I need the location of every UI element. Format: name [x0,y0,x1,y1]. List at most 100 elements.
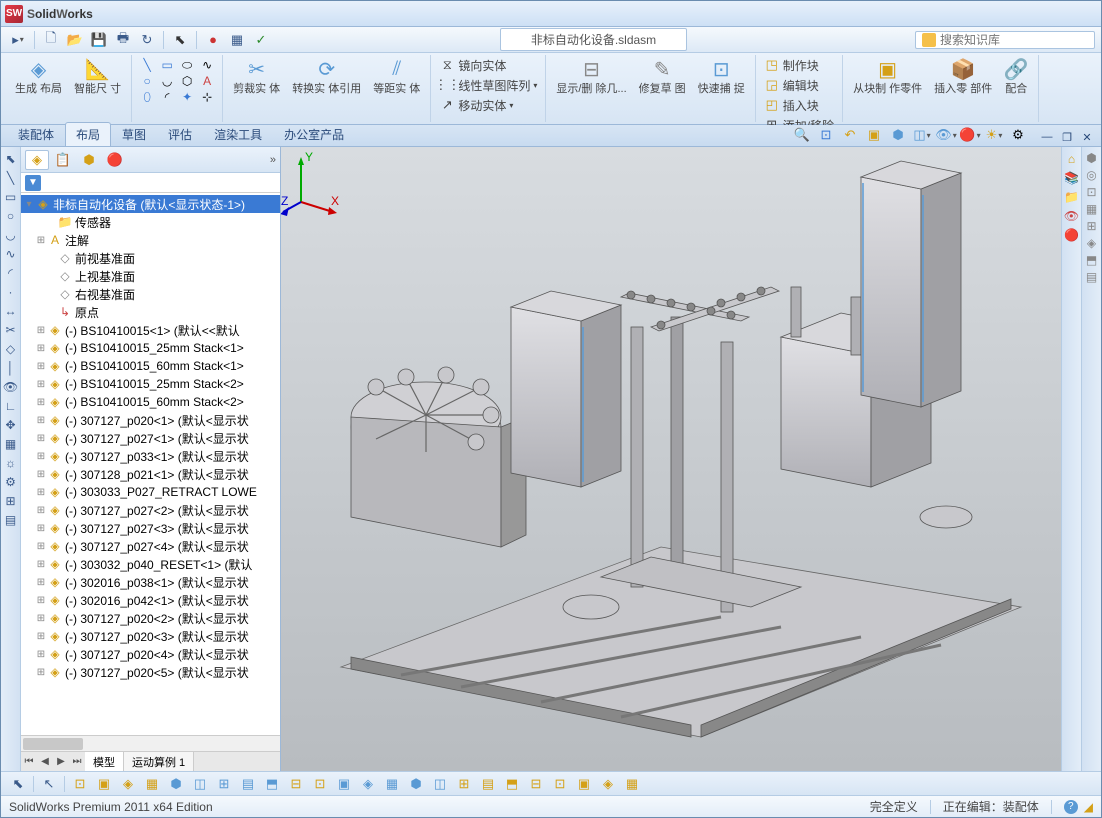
lt-trim[interactable]: ✂ [3,322,19,338]
point-tool[interactable]: ✦ [178,89,196,105]
bt-13[interactable]: ◈ [357,775,379,793]
make-block-button[interactable]: ◳制作块 [760,55,838,75]
lt-circle[interactable]: ○ [3,208,19,224]
tab-office[interactable]: 办公室产品 [273,122,355,146]
bt-17[interactable]: ⊞ [453,775,475,793]
rt-appear[interactable]: 🔴 [1064,227,1080,243]
mate-button[interactable]: 🔗配合 [998,55,1034,97]
tree-part-item[interactable]: ⊞◈(-) 307127_p027<4> (默认<显示状 [21,537,280,555]
close-icon[interactable]: ✕ [1079,130,1095,144]
tree-part-item[interactable]: ⊞◈(-) BS10410015<1> (默认<<默认 [21,321,280,339]
zoom-area-icon[interactable]: ⊡ [815,126,837,144]
tree-part-item[interactable]: ⊞◈(-) BS10410015_25mm Stack<1> [21,339,280,357]
bt-16[interactable]: ◫ [429,775,451,793]
tree-part-item[interactable]: ⊞◈(-) BS10410015_60mm Stack<2> [21,393,280,411]
rt2-2[interactable]: ◎ [1086,168,1096,182]
lt-angle[interactable]: ∟ [3,398,19,414]
tab-evaluate[interactable]: 评估 [157,122,203,146]
mirror-button[interactable]: ⧖镜向实体 [435,55,541,75]
tree-part-item[interactable]: ⊞◈(-) 307127_p020<4> (默认<显示状 [21,645,280,663]
bt-24[interactable]: ▦ [621,775,643,793]
tree-part-item[interactable]: ⊞◈(-) 307127_p027<1> (默认<显示状 [21,429,280,447]
tree-part-item[interactable]: ⊞◈(-) BS10410015_60mm Stack<1> [21,357,280,375]
line-tool[interactable]: ╲ [138,57,156,73]
lt-analyze[interactable]: ☼ [3,455,19,471]
select-button[interactable]: ⬉ [169,30,191,50]
bt-11[interactable]: ⊡ [309,775,331,793]
tab-layout[interactable]: 布局 [65,122,111,146]
bt-14[interactable]: ▦ [381,775,403,793]
linear-pattern-button[interactable]: ⋮⋮线性草图阵列▾ [435,75,541,95]
stop-button[interactable]: ● [202,30,224,50]
bt-7[interactable]: ⊞ [213,775,235,793]
lt-view[interactable]: 👁 [3,379,19,395]
help-icon[interactable]: ? [1064,800,1078,814]
search-box[interactable] [915,31,1095,49]
show-del-button[interactable]: ⊟显示/删 除几... [550,55,632,97]
bt-20[interactable]: ⊟ [525,775,547,793]
bt-22[interactable]: ▣ [573,775,595,793]
lt-arc[interactable]: ◡ [3,227,19,243]
lt-axis[interactable]: │ [3,360,19,376]
centerline-tool[interactable]: ⊹ [198,89,216,105]
tree-part-item[interactable]: ⊞◈(-) 307127_p027<2> (默认<显示状 [21,501,280,519]
tree-root[interactable]: ▾◈非标自动化设备 (默认<显示状态-1>) [21,195,280,213]
bt-21[interactable]: ⊡ [549,775,571,793]
search-input[interactable] [940,33,1080,47]
ellipse-tool[interactable]: ⬯ [138,89,156,105]
refresh-button[interactable]: ↻ [136,30,158,50]
make-part-button[interactable]: ▣从块制 作零件 [847,55,928,97]
lt-mesh[interactable]: ▦ [3,436,19,452]
lt-move[interactable]: ✥ [3,417,19,433]
insert-block-button[interactable]: ◰插入块 [760,95,838,115]
fillet-tool[interactable]: ◜ [158,89,176,105]
options-button[interactable]: ▦ [226,30,248,50]
tree-top-plane[interactable]: ◇上视基准面 [21,267,280,285]
bt-19[interactable]: ⬒ [501,775,523,793]
offset-button[interactable]: ⫽等距实 体 [367,55,426,97]
tab-nav-first[interactable]: ⏮ [21,752,37,771]
tree-part-item[interactable]: ⊞◈(-) 302016_p038<1> (默认<显示状 [21,573,280,591]
rt2-5[interactable]: ⊞ [1086,219,1096,233]
tab-render[interactable]: 渲染工具 [203,122,273,146]
tree-body[interactable]: ▾◈非标自动化设备 (默认<显示状态-1>) 📁传感器 ⊞A注解 ◇前视基准面 … [21,193,280,735]
lt-point[interactable]: · [3,284,19,300]
prev-view-icon[interactable]: ↶ [839,126,861,144]
restore-icon[interactable]: ❐ [1059,130,1075,144]
lt-rect[interactable]: ▭ [3,189,19,205]
tree-part-item[interactable]: ⊞◈(-) 302016_p042<1> (默认<显示状 [21,591,280,609]
bt-9[interactable]: ⬒ [261,775,283,793]
lt-select[interactable]: ⬉ [3,151,19,167]
tab-assembly[interactable]: 装配体 [7,122,65,146]
tree-part-item[interactable]: ⊞◈(-) 307127_p033<1> (默认<显示状 [21,447,280,465]
tree-part-item[interactable]: ⊞◈(-) 307127_p027<3> (默认<显示状 [21,519,280,537]
bt-10[interactable]: ⊟ [285,775,307,793]
bt-8[interactable]: ▤ [237,775,259,793]
bt-23[interactable]: ◈ [597,775,619,793]
insert-component-button[interactable]: 📦插入零 部件 [928,55,998,97]
bt-15[interactable]: ⬢ [405,775,427,793]
convert-button[interactable]: ⟳转换实 体引用 [286,55,367,97]
spline-tool[interactable]: ∿ [198,57,216,73]
tree-folder-sensors[interactable]: 📁传感器 [21,213,280,231]
tab-sketch[interactable]: 草图 [111,122,157,146]
bt-cursor[interactable]: ↖ [38,775,60,793]
lt-more2[interactable]: ▤ [3,512,19,528]
tree-part-item[interactable]: ⊞◈(-) 307128_p021<1> (默认<显示状 [21,465,280,483]
bt-3[interactable]: ◈ [117,775,139,793]
tree-tab-config[interactable]: ⬢ [77,150,101,170]
tree-tab-property[interactable]: 📋 [51,150,75,170]
tree-tab-display[interactable]: 🔴 [103,150,127,170]
save-button[interactable]: 💾 [88,30,110,50]
lt-config[interactable]: ⚙ [3,474,19,490]
rt-folder[interactable]: 📁 [1064,189,1080,205]
rt-home[interactable]: ⌂ [1064,151,1080,167]
rt-lib[interactable]: 📚 [1064,170,1080,186]
rt2-7[interactable]: ⬒ [1086,253,1097,267]
appearance-icon[interactable]: 🔴 [959,126,981,144]
bottom-tab-model[interactable]: 模型 [85,752,124,771]
create-layout-button[interactable]: ◈生成 布局 [9,55,68,97]
rt2-1[interactable]: ⬢ [1086,151,1096,165]
polygon-tool[interactable]: ⬡ [178,73,196,89]
tab-nav-prev[interactable]: ◀ [37,752,53,771]
